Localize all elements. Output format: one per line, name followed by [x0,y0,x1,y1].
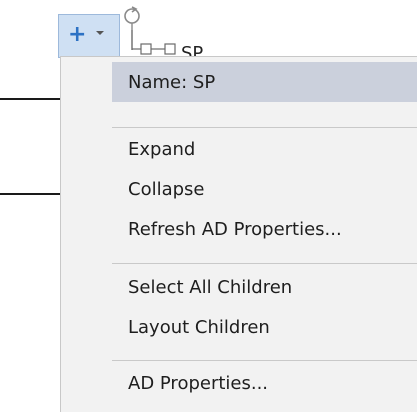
menu-item-ad-properties[interactable]: AD Properties... [112,363,417,403]
menu-separator [112,263,417,264]
chevron-down-icon [96,31,104,35]
menu-item-collapse[interactable]: Collapse [112,169,417,209]
connector-line [0,193,60,195]
diagram-canvas: + SP Name: SP Expand Collapse Refresh AD… [0,0,417,412]
menu-item-layout-children[interactable]: Layout Children [112,307,417,347]
menu-item-select-all-children[interactable]: Select All Children [112,267,417,307]
add-menu-button[interactable]: + [58,14,120,58]
menu-item-expand[interactable]: Expand [112,129,417,169]
connector-line [0,98,60,100]
menu-separator [112,127,417,128]
menu-header-name: Name: SP [112,62,417,102]
refresh-icon[interactable] [121,4,143,30]
context-menu: Name: SP Expand Collapse Refresh AD Prop… [60,56,417,412]
menu-item-refresh-ad-properties[interactable]: Refresh AD Properties... [112,209,417,249]
menu-icon-gutter [61,57,112,412]
menu-separator [112,360,417,361]
node-label: SP [181,43,204,56]
plus-icon: + [68,22,87,47]
